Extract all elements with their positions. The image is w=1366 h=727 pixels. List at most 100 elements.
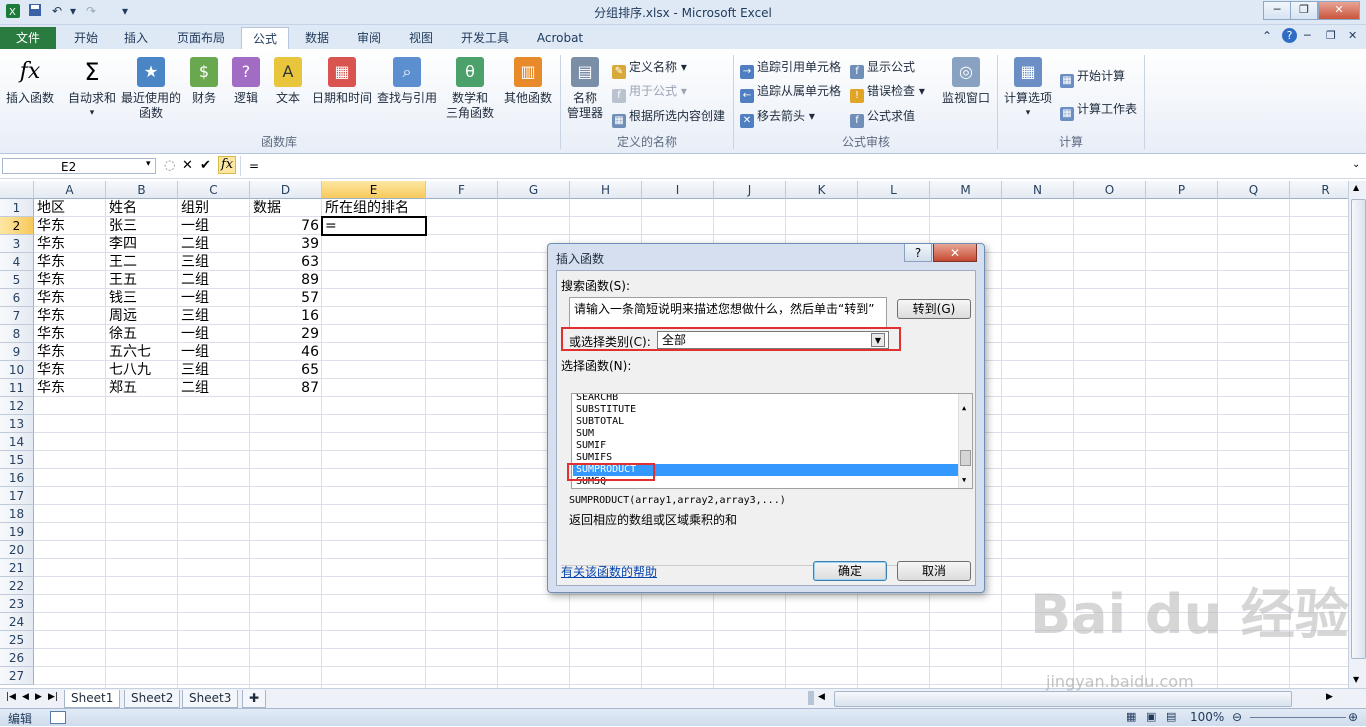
function-help-link[interactable]: 有关该函数的帮助 (561, 563, 657, 580)
watch-window-button[interactable]: ◎ 监视窗口 (940, 57, 992, 106)
row-header-10[interactable]: 10 (0, 361, 34, 379)
use-in-formula-button[interactable]: f 用于公式 ▾ (612, 82, 687, 103)
cell-d6[interactable]: 57 (250, 289, 322, 307)
row-header-11[interactable]: 11 (0, 379, 34, 397)
lookup-button[interactable]: ⌕ 查找与引用 (376, 57, 438, 106)
tab-page-layout[interactable]: 页面布局 (168, 27, 234, 49)
scroll-up-icon[interactable]: ▲ (1353, 183, 1359, 192)
enter-entry-icon[interactable]: ✔ (200, 158, 211, 173)
column-header-p[interactable]: P (1146, 181, 1218, 199)
column-header-g[interactable]: G (498, 181, 570, 199)
row-header-13[interactable]: 13 (0, 415, 34, 433)
cell-c5[interactable]: 二组 (178, 271, 250, 289)
text-button[interactable]: A 文本 (270, 57, 306, 106)
column-header-b[interactable]: B (106, 181, 178, 199)
logical-button[interactable]: ? 逻辑 (228, 57, 264, 106)
cell-b9[interactable]: 五六七 (106, 343, 178, 361)
scroll-left-icon[interactable]: ◀ (818, 692, 825, 702)
cell-b2[interactable]: 张三 (106, 217, 178, 235)
show-formulas-button[interactable]: f 显示公式 (850, 58, 915, 79)
row-header-26[interactable]: 26 (0, 649, 34, 667)
column-header-a[interactable]: A (34, 181, 106, 199)
cell-d7[interactable]: 16 (250, 307, 322, 325)
normal-view-icon[interactable]: ▦ (1126, 710, 1136, 723)
expand-formula-bar-icon[interactable]: ⌄ (1352, 159, 1360, 170)
tab-file[interactable]: 文件 (0, 27, 56, 49)
cell-a4[interactable]: 华东 (34, 253, 106, 271)
list-item[interactable]: SUBTOTAL (576, 416, 624, 428)
create-from-selection-button[interactable]: ▦ 根据所选内容创建 (612, 107, 725, 128)
calculate-sheet-button[interactable]: ▦ 计算工作表 (1060, 100, 1137, 121)
minimize-ribbon-icon[interactable]: ⌃ (1262, 29, 1272, 43)
trace-precedents-button[interactable]: → 追踪引用单元格 (740, 58, 841, 79)
list-item[interactable]: SUBSTITUTE (576, 404, 636, 416)
tab-developer[interactable]: 开发工具 (452, 27, 518, 49)
cell-c8[interactable]: 一组 (178, 325, 250, 343)
row-header-9[interactable]: 9 (0, 343, 34, 361)
row-header-8[interactable]: 8 (0, 325, 34, 343)
row-header-3[interactable]: 3 (0, 235, 34, 253)
row-header-14[interactable]: 14 (0, 433, 34, 451)
remove-arrows-button[interactable]: ✕ 移去箭头 ▾ (740, 107, 815, 128)
cell-a5[interactable]: 华东 (34, 271, 106, 289)
row-header-22[interactable]: 22 (0, 577, 34, 595)
define-name-button[interactable]: ✎ 定义名称 ▾ (612, 58, 687, 79)
column-header-k[interactable]: K (786, 181, 858, 199)
cell-a7[interactable]: 华东 (34, 307, 106, 325)
header-cell-e[interactable]: 所在组的排名 (322, 199, 426, 217)
cell-b10[interactable]: 七八九 (106, 361, 178, 379)
datetime-button[interactable]: ▦ 日期和时间 (310, 57, 374, 106)
column-header-q[interactable]: Q (1218, 181, 1290, 199)
page-layout-view-icon[interactable]: ▣ (1146, 710, 1156, 723)
cell-d5[interactable]: 89 (250, 271, 322, 289)
cell-c7[interactable]: 三组 (178, 307, 250, 325)
insert-function-button[interactable]: fx 插入函数 (4, 57, 56, 106)
trace-dependents-button[interactable]: ← 追踪从属单元格 (740, 82, 841, 103)
cell-a3[interactable]: 华东 (34, 235, 106, 253)
header-cell-c[interactable]: 组别 (178, 199, 250, 217)
name-manager-button[interactable]: ▤ 名称 管理器 (564, 57, 606, 121)
page-break-view-icon[interactable]: ▤ (1166, 710, 1176, 723)
cell-b11[interactable]: 郑五 (106, 379, 178, 397)
minimize-icon[interactable]: ─ (1263, 1, 1291, 20)
more-functions-button[interactable]: ▥ 其他函数 (502, 57, 554, 106)
vertical-scrollbar[interactable]: ▲ ▼ (1348, 181, 1366, 688)
cell-d10[interactable]: 65 (250, 361, 322, 379)
column-header-j[interactable]: J (714, 181, 786, 199)
row-header-18[interactable]: 18 (0, 505, 34, 523)
cell-c4[interactable]: 三组 (178, 253, 250, 271)
cell-b4[interactable]: 王二 (106, 253, 178, 271)
formula-input[interactable]: = (240, 156, 1357, 176)
tab-acrobat[interactable]: Acrobat (528, 27, 592, 49)
cell-a10[interactable]: 华东 (34, 361, 106, 379)
column-header-i[interactable]: I (642, 181, 714, 199)
column-header-h[interactable]: H (570, 181, 642, 199)
sheet-tab-2[interactable]: Sheet2 (124, 690, 181, 708)
first-sheet-icon[interactable]: |◀ (6, 692, 16, 702)
row-header-4[interactable]: 4 (0, 253, 34, 271)
column-header-n[interactable]: N (1002, 181, 1074, 199)
dialog-help-icon[interactable]: ? (904, 244, 932, 262)
row-header-19[interactable]: 19 (0, 523, 34, 541)
row-header-27[interactable]: 27 (0, 667, 34, 685)
tab-review[interactable]: 审阅 (348, 27, 390, 49)
last-sheet-icon[interactable]: ▶| (48, 692, 58, 702)
cell-d11[interactable]: 87 (250, 379, 322, 397)
row-header-12[interactable]: 12 (0, 397, 34, 415)
row-header-1[interactable]: 1 (0, 199, 34, 217)
sheet-tab-3[interactable]: Sheet3 (182, 690, 239, 708)
cell-b5[interactable]: 王五 (106, 271, 178, 289)
horizontal-scroll-thumb[interactable] (834, 691, 1292, 707)
tab-home[interactable]: 开始 (64, 27, 108, 49)
close-icon[interactable]: ✕ (1318, 1, 1360, 20)
tab-formulas[interactable]: 公式 (241, 27, 289, 50)
insert-sheet-icon[interactable]: ✚ (242, 690, 267, 708)
cell-c2[interactable]: 一组 (178, 217, 250, 235)
doc-restore-icon[interactable]: ❐ (1326, 29, 1336, 42)
list-scroll-up-icon[interactable]: ▲ (962, 404, 966, 412)
cell-a11[interactable]: 华东 (34, 379, 106, 397)
cell-c9[interactable]: 一组 (178, 343, 250, 361)
list-item[interactable]: SUMIF (576, 440, 606, 452)
row-header-25[interactable]: 25 (0, 631, 34, 649)
cell-c3[interactable]: 二组 (178, 235, 250, 253)
